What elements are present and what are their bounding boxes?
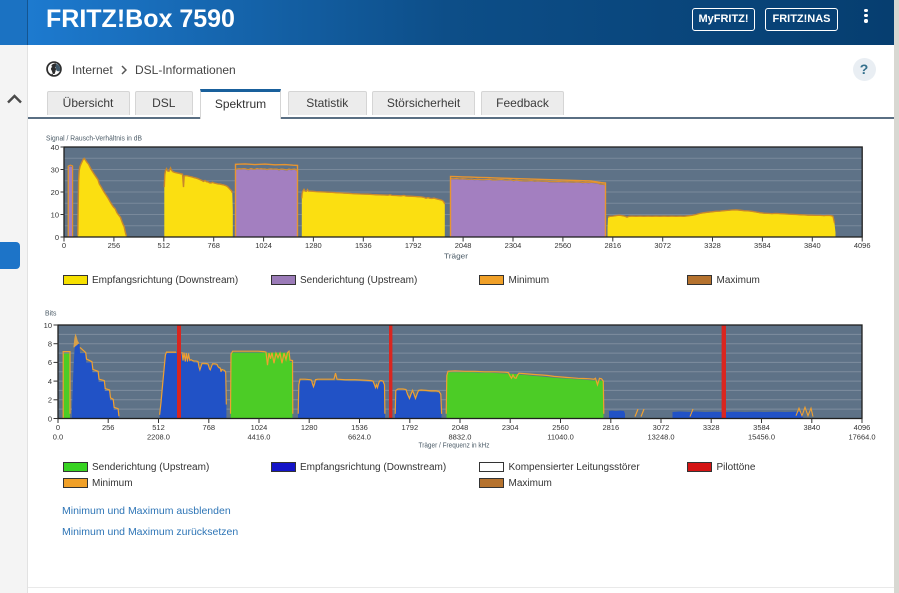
svg-text:4096: 4096	[854, 423, 871, 432]
svg-text:13248.0: 13248.0	[647, 433, 674, 442]
svg-text:6624.0: 6624.0	[348, 433, 371, 442]
svg-text:3328: 3328	[703, 423, 720, 432]
svg-text:256: 256	[102, 423, 115, 432]
svg-text:1536: 1536	[355, 241, 372, 250]
svg-text:17664.0: 17664.0	[848, 433, 875, 442]
svg-text:0: 0	[55, 233, 59, 242]
svg-text:2560: 2560	[552, 423, 569, 432]
svg-text:2304: 2304	[502, 423, 519, 432]
svg-text:20: 20	[51, 188, 59, 197]
svg-text:1024: 1024	[251, 423, 268, 432]
svg-text:0: 0	[62, 241, 66, 250]
svg-text:0: 0	[56, 423, 60, 432]
svg-text:0: 0	[48, 414, 52, 423]
svg-text:Träger / Frequenz in kHz: Träger / Frequenz in kHz	[419, 441, 490, 450]
svg-text:768: 768	[203, 423, 216, 432]
svg-text:2: 2	[48, 396, 52, 405]
svg-text:8: 8	[48, 340, 52, 349]
svg-text:11040.0: 11040.0	[547, 433, 574, 442]
svg-text:3840: 3840	[804, 241, 821, 250]
svg-text:1792: 1792	[401, 423, 418, 432]
svg-text:256: 256	[108, 241, 121, 250]
svg-text:Träger: Träger	[444, 252, 469, 261]
svg-text:2048: 2048	[455, 241, 472, 250]
svg-text:3840: 3840	[803, 423, 820, 432]
svg-text:3072: 3072	[653, 423, 670, 432]
svg-text:2560: 2560	[555, 241, 572, 250]
svg-text:4416.0: 4416.0	[248, 433, 271, 442]
svg-text:3584: 3584	[754, 241, 771, 250]
svg-text:3328: 3328	[704, 241, 721, 250]
svg-text:10: 10	[44, 321, 52, 330]
svg-text:2208.0: 2208.0	[147, 433, 170, 442]
svg-text:40: 40	[51, 143, 59, 152]
svg-text:2048: 2048	[452, 423, 469, 432]
svg-text:768: 768	[207, 241, 220, 250]
svg-text:1536: 1536	[351, 423, 368, 432]
svg-text:2816: 2816	[604, 241, 621, 250]
svg-text:0.0: 0.0	[53, 433, 63, 442]
svg-text:1280: 1280	[305, 241, 322, 250]
svg-text:15456.0: 15456.0	[748, 433, 775, 442]
svg-text:4096: 4096	[854, 241, 871, 250]
svg-text:1792: 1792	[405, 241, 422, 250]
svg-text:Bits: Bits	[45, 309, 57, 318]
svg-text:2816: 2816	[602, 423, 619, 432]
svg-text:512: 512	[158, 241, 171, 250]
svg-text:1024: 1024	[255, 241, 272, 250]
svg-text:10: 10	[51, 210, 59, 219]
svg-text:512: 512	[152, 423, 165, 432]
svg-text:30: 30	[51, 165, 59, 174]
svg-text:1280: 1280	[301, 423, 318, 432]
svg-text:4: 4	[48, 377, 52, 386]
svg-text:3584: 3584	[753, 423, 770, 432]
svg-text:2304: 2304	[505, 241, 522, 250]
svg-text:6: 6	[48, 358, 52, 367]
svg-text:Signal / Rausch-Verhältnis in: Signal / Rausch-Verhältnis in dB	[46, 134, 142, 143]
svg-text:3072: 3072	[654, 241, 671, 250]
